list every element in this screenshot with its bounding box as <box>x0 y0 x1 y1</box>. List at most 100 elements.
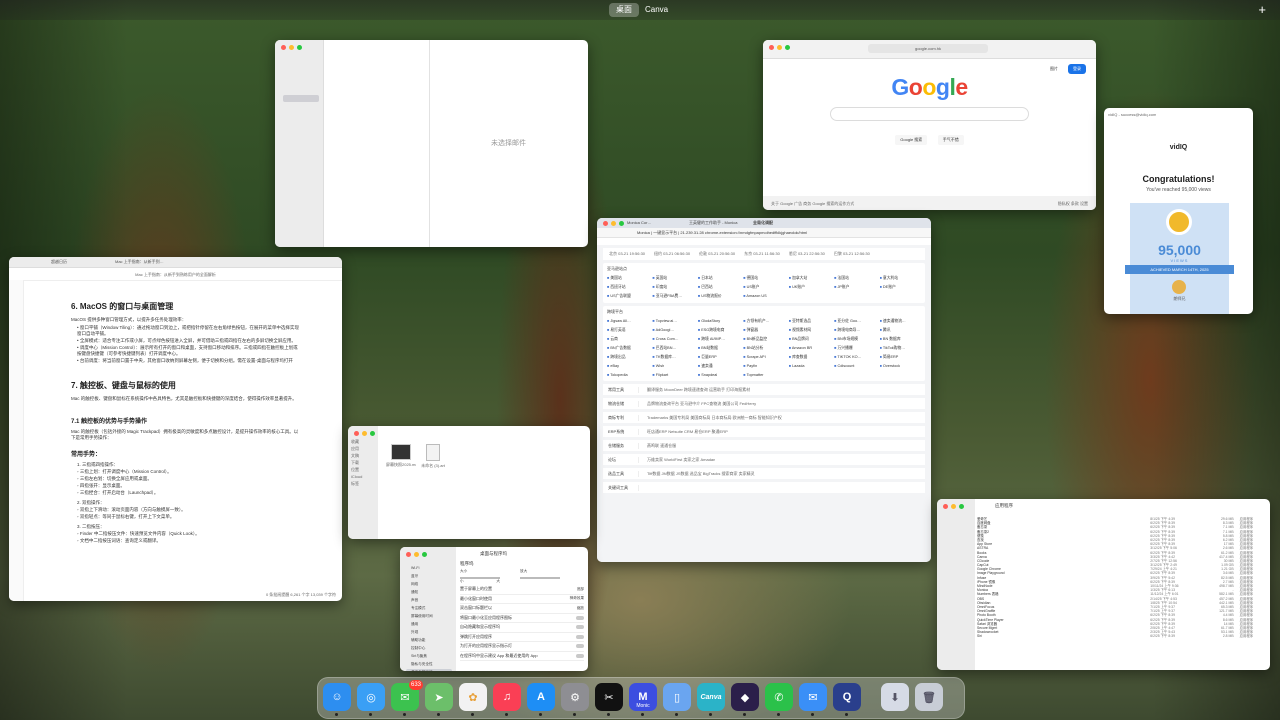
platform-link[interactable]: Tokopedia <box>607 372 648 378</box>
site-link[interactable]: 巴西站 <box>698 284 739 291</box>
platform-link[interactable]: BN品牌词 <box>789 336 830 343</box>
obsidian-dock-icon[interactable]: ◆ <box>731 683 759 716</box>
trash-dock-icon[interactable]: 🗑 <box>915 683 943 711</box>
site-link[interactable]: Amazon US <box>743 293 784 300</box>
platform-link[interactable]: 巨量ERP <box>698 354 739 361</box>
settings-sidebar-item[interactable]: 通知 <box>406 589 452 595</box>
search-input[interactable] <box>830 107 1029 121</box>
iphone-mirroring-dock-icon[interactable]: ▯ <box>663 683 691 716</box>
mail-dock-icon[interactable]: ✉ <box>799 683 827 716</box>
sidebar-item[interactable]: 应用 <box>348 445 378 452</box>
platform-link[interactable]: Cdiscount <box>834 363 875 370</box>
platform-link[interactable]: Cross Com… <box>652 336 693 343</box>
mail-message-list[interactable] <box>323 40 430 247</box>
applications-finder-window[interactable]: 应用程序 爱奇艺 8/1/25 下午 4:39 29.6 MB 应用程序 百度网盘 6/2… <box>937 499 1270 670</box>
tool-links[interactable]: 旺店通ERP Netsuite CRM 易仓ERP 聚通ERP <box>639 429 728 435</box>
platform-link[interactable]: ESG跨境电商 <box>698 327 739 334</box>
platform-link[interactable]: 速卖通 <box>698 363 739 370</box>
photos-dock-icon[interactable]: ✿ <box>459 683 487 716</box>
site-link[interactable]: 意大利站 <box>880 275 921 282</box>
settings-sidebar-item[interactable]: 辅助功能 <box>406 637 452 643</box>
platform-link[interactable]: 万兴播爆 <box>834 345 875 352</box>
app-row[interactable]: Siri 6/2/25 下午 8:39 2.8 MB 应用程序 <box>977 634 1268 638</box>
site-link[interactable]: DE账户 <box>880 284 921 291</box>
tab-calendar[interactable]: 超越日历 <box>51 259 67 265</box>
platform-link[interactable]: 弹窗器 <box>743 327 784 334</box>
settings-sidebar-item[interactable]: 网络 <box>406 581 452 587</box>
platform-link[interactable]: 视频素材网 <box>789 327 830 334</box>
settings-sidebar-item[interactable]: 外观 <box>406 629 452 635</box>
platform-link[interactable]: Amazon BR <box>789 345 830 352</box>
platform-link[interactable]: BN站分析 <box>743 345 784 352</box>
capcut-dock-icon[interactable]: ✂ <box>595 683 623 716</box>
document-content[interactable]: 6. MacOS 的窗口与桌面管理 MacOS 提供多种窗口管理方式，以提升多任… <box>71 285 300 545</box>
tool-links[interactable]: 翻译服务 MoonDeer 跨境速递查询 运营助手 打印海报素材 <box>639 387 750 393</box>
setting-value[interactable]: 神奇效果 <box>570 596 584 601</box>
space-canva[interactable]: Canva <box>638 3 675 17</box>
settings-sidebar-item[interactable]: 隐私与安全性 <box>406 661 452 667</box>
platform-link[interactable]: Overstock <box>880 363 921 370</box>
platform-link[interactable]: 云商 <box>607 336 648 343</box>
setting-value[interactable]: 底部 <box>577 587 584 592</box>
platform-link[interactable]: BN广告数据 <box>607 345 648 352</box>
site-link[interactable]: 德国站 <box>743 275 784 282</box>
platform-link[interactable]: Payfin <box>743 363 784 370</box>
platform-link[interactable]: 跨境电商导… <box>834 327 875 334</box>
setting-toggle[interactable] <box>576 653 584 658</box>
platform-link[interactable]: GlodaStory <box>698 318 739 325</box>
tool-links[interactable]: 万维卖家 WorldFirst 卖家之家 Amadan <box>639 457 715 463</box>
tab-guide[interactable]: Mac 上手指南：从新手到… <box>115 259 164 265</box>
site-link[interactable]: 印度站 <box>652 284 693 291</box>
platform-link[interactable]: 易打英语 <box>607 327 648 334</box>
tool-links[interactable]: 品牌物流查询平台 亚马逊中介 FPC查物流 美国公司 FedHerry <box>639 401 756 407</box>
applications-list[interactable]: 爱奇艺 8/1/25 下午 4:39 29.6 MB 应用程序 百度网盘 6/2/25 下… <box>977 517 1268 638</box>
sign-in-button[interactable]: 登录 <box>1068 64 1086 74</box>
site-link[interactable]: 加拿大站 <box>789 275 830 282</box>
platform-link[interactable]: 亚特斯选品 <box>789 318 830 325</box>
platform-link[interactable]: Snapdeal <box>698 372 739 378</box>
music-dock-icon[interactable]: ♫ <box>493 683 521 716</box>
platform-link[interactable]: BN新品监控 <box>743 336 784 343</box>
space-desktop[interactable]: 桌面 <box>609 3 639 17</box>
settings-sidebar-item[interactable]: 通用 <box>406 621 452 627</box>
platform-link[interactable]: Topview.ai… <box>652 318 693 325</box>
site-link[interactable]: US账户 <box>743 284 784 291</box>
site-link[interactable]: 亚马逊FBA费… <box>652 293 693 300</box>
platform-link[interactable]: Scrape API <box>743 354 784 361</box>
settings-sidebar-item[interactable]: 专注模式 <box>406 605 452 611</box>
setting-toggle[interactable] <box>576 625 584 630</box>
notes-left-toolbar[interactable] <box>9 280 24 601</box>
sidebar-item[interactable]: 收藏 <box>348 438 378 445</box>
google-search-button[interactable]: Google 搜索 <box>895 135 928 145</box>
monica-dock-icon[interactable]: M Monic <box>629 683 657 716</box>
sidebar-item[interactable]: 标签 <box>348 480 378 487</box>
messages-dock-icon[interactable]: ✉ 633 <box>391 680 423 716</box>
platform-link[interactable]: 跨境 AI/IMP… <box>698 336 739 343</box>
site-link[interactable]: US物流报价 <box>698 293 739 300</box>
safari-dock-icon[interactable]: ◎ <box>357 683 385 716</box>
platform-link[interactable]: 腾讯 <box>880 327 921 334</box>
file-item[interactable]: 未命名 (3).art <box>418 444 448 469</box>
platform-link[interactable]: TikTok购物… <box>880 345 921 352</box>
site-link[interactable]: 英国站 <box>652 275 693 282</box>
site-link[interactable]: JP账户 <box>834 284 875 291</box>
canva-dock-icon[interactable]: Canva <box>697 683 725 716</box>
mail-window[interactable]: 未选择邮件 <box>275 40 588 247</box>
site-link[interactable]: US广告联盟 <box>607 293 648 300</box>
browser-tab[interactable]: 王英健的工作助手 - Monica <box>689 220 737 226</box>
sidebar-item[interactable]: iCloud <box>348 473 378 480</box>
site-link[interactable]: 美国站 <box>607 275 648 282</box>
platform-link[interactable]: Topmatter <box>743 372 784 378</box>
system-settings-window[interactable]: Wi-Fi 蓝牙 网络 通知 声音 专注模式 屏幕使用时间 通用 外观 辅助功能 控制中心 Siri与… <box>400 547 588 671</box>
browser-tab[interactable]: Monica Cor… <box>627 220 651 225</box>
platform-link[interactable]: Wish <box>652 363 693 370</box>
monica-browser-window[interactable]: Monica Cor… 王英健的工作助手 - Monica 全局化调配 Moni… <box>597 218 931 562</box>
magnify-slider[interactable] <box>520 577 560 579</box>
platform-link[interactable]: 跨境出品 <box>607 354 648 361</box>
setting-toggle[interactable] <box>576 644 584 649</box>
quicktime-dock-icon[interactable]: Q <box>833 683 861 716</box>
site-link[interactable]: 西班牙站 <box>607 284 648 291</box>
setting-toggle[interactable] <box>576 615 584 620</box>
platform-link[interactable]: 方领有机产… <box>743 318 784 325</box>
vidiq-email-window[interactable]: vidIQ - success@vidiq.com vidIQ Congratu… <box>1104 108 1253 314</box>
